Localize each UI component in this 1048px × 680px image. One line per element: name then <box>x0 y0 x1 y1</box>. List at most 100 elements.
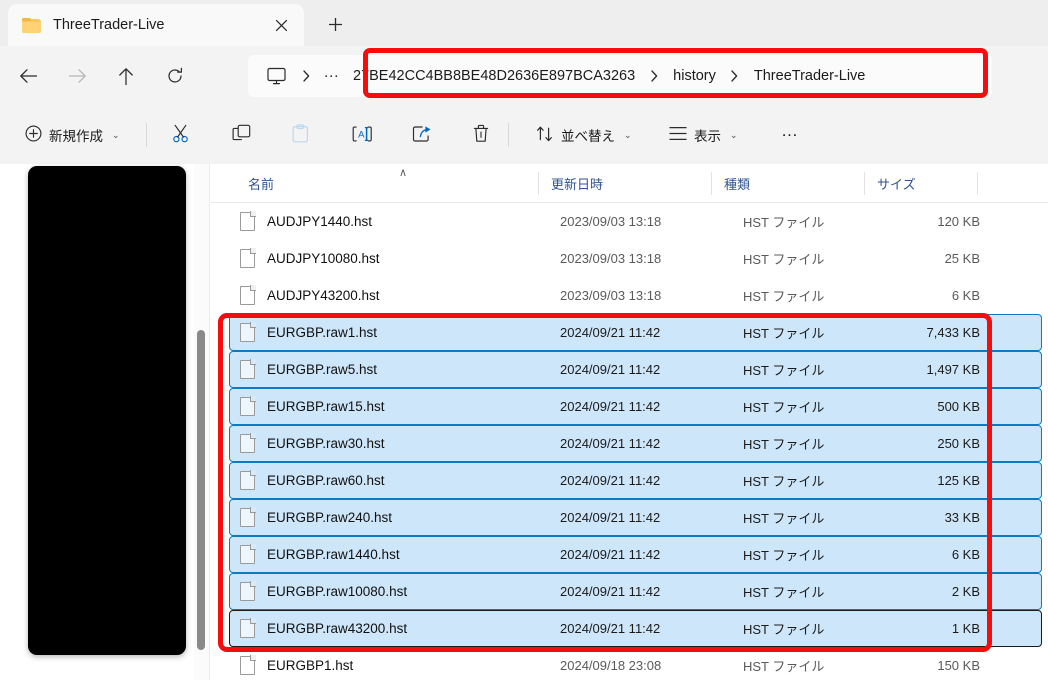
close-icon[interactable] <box>268 12 294 38</box>
file-date-cell: 2024/09/21 11:42 <box>560 473 661 488</box>
file-icon <box>240 544 256 564</box>
sort-button[interactable]: 並べ替え ⌄ <box>527 117 641 153</box>
file-list-pane[interactable]: ∧ 名前 更新日時 種類 サイズ AUDJPY1440.hst 2023/09/0… <box>211 164 1048 680</box>
back-button[interactable] <box>11 59 45 93</box>
file-icon <box>240 581 256 601</box>
breadcrumb-separator <box>723 70 747 82</box>
column-header-size[interactable]: サイズ <box>877 164 916 203</box>
toolbar-divider <box>508 123 509 147</box>
up-button[interactable] <box>109 59 143 93</box>
copy-button[interactable] <box>223 117 260 153</box>
file-type-cell: HST ファイル <box>743 437 825 452</box>
chevron-down-icon: ⌄ <box>112 129 120 140</box>
breadcrumb-item-threetrader-live[interactable]: ThreeTrader-Live <box>747 64 872 88</box>
table-row[interactable]: AUDJPY1440.hst 2023/09/03 13:18 HST ファイル 12… <box>229 203 1042 240</box>
command-toolbar: 新規作成 ⌄ A 並べ替え ⌄ 表示 ⌄ … <box>0 106 1048 164</box>
table-row[interactable]: EURGBP.raw43200.hst 2024/09/21 11:42 HST フ… <box>229 610 1042 647</box>
delete-button[interactable] <box>463 117 499 153</box>
monitor-icon[interactable] <box>258 60 294 92</box>
column-header-date[interactable]: 更新日時 <box>551 164 603 203</box>
table-row[interactable]: EURGBP.raw5.hst 2024/09/21 11:42 HST ファイル 1… <box>229 351 1042 388</box>
file-name-cell: EURGBP.raw30.hst <box>267 436 385 451</box>
file-size-cell: 6 KB <box>951 288 980 303</box>
file-date-cell: 2024/09/18 23:08 <box>560 658 662 673</box>
file-size-cell: 7,433 KB <box>926 325 981 340</box>
file-type-cell: HST ファイル <box>743 511 825 526</box>
column-header-row: ∧ 名前 更新日時 種類 サイズ <box>211 164 1048 203</box>
vertical-scrollbar-thumb[interactable] <box>197 330 205 650</box>
tab-threetrader-live[interactable]: ThreeTrader-Live <box>8 4 304 46</box>
column-divider[interactable] <box>711 172 712 195</box>
refresh-button[interactable] <box>158 59 192 93</box>
file-date-cell: 2024/09/21 11:42 <box>560 510 661 525</box>
table-row[interactable]: EURGBP.raw15.hst 2024/09/21 11:42 HST ファイル… <box>229 388 1042 425</box>
breadcrumb-overflow-button[interactable]: … <box>318 61 346 91</box>
table-row[interactable]: EURGBP.raw1440.hst 2024/09/21 11:42 HST ファ… <box>229 536 1042 573</box>
file-icon <box>240 618 256 638</box>
table-row[interactable]: AUDJPY43200.hst 2023/09/03 13:18 HST ファイル 6… <box>229 277 1042 314</box>
folder-icon <box>22 17 41 33</box>
file-name-cell: EURGBP.raw5.hst <box>267 362 378 377</box>
paste-button <box>283 117 318 153</box>
file-type-cell: HST ファイル <box>743 622 825 637</box>
file-size-cell: 1,497 KB <box>926 362 981 377</box>
column-header-type[interactable]: 種類 <box>724 164 750 203</box>
breadcrumb-item-guid[interactable]: 27BE42CC4BB8BE48D2636E897BCA3263 <box>346 64 642 88</box>
file-icon <box>240 285 256 305</box>
file-size-cell: 25 KB <box>944 251 980 266</box>
file-size-cell: 2 KB <box>951 584 980 599</box>
file-date-cell: 2023/09/03 13:18 <box>560 214 662 229</box>
column-divider[interactable] <box>864 172 865 195</box>
rename-button[interactable]: A <box>343 117 382 153</box>
list-lines-icon <box>669 126 687 144</box>
file-icon <box>240 655 256 675</box>
file-name-cell: EURGBP.raw15.hst <box>267 399 385 414</box>
file-name-cell: AUDJPY1440.hst <box>267 214 373 229</box>
tab-title: ThreeTrader-Live <box>53 17 165 33</box>
file-size-cell: 125 KB <box>937 473 980 488</box>
table-row[interactable]: EURGBP.raw1.hst 2024/09/21 11:42 HST ファイル 7… <box>229 314 1042 351</box>
file-size-cell: 6 KB <box>951 547 980 562</box>
table-row[interactable]: EURGBP.raw10080.hst 2024/09/21 11:42 HST フ… <box>229 573 1042 610</box>
file-type-cell: HST ファイル <box>743 474 825 489</box>
cut-button[interactable] <box>163 117 200 153</box>
file-name-cell: AUDJPY10080.hst <box>267 251 380 266</box>
file-icon <box>240 507 256 527</box>
sort-label: 並べ替え <box>561 129 615 144</box>
file-size-cell: 250 KB <box>937 436 980 451</box>
file-date-cell: 2024/09/21 11:42 <box>560 584 661 599</box>
file-name-cell: EURGBP.raw43200.hst <box>267 621 408 636</box>
more-options-button[interactable]: … <box>772 117 809 153</box>
table-row[interactable]: EURGBP.raw60.hst 2024/09/21 11:42 HST ファイル… <box>229 462 1042 499</box>
breadcrumb-item-history[interactable]: history <box>666 64 723 88</box>
file-type-cell: HST ファイル <box>743 363 825 378</box>
column-header-name[interactable]: 名前 <box>248 164 274 203</box>
share-button[interactable] <box>403 117 441 153</box>
new-item-button[interactable]: 新規作成 ⌄ <box>16 117 129 153</box>
copy-icon <box>232 124 251 146</box>
view-label: 表示 <box>694 129 721 144</box>
address-bar[interactable]: … 27BE42CC4BB8BE48D2636E897BCA3263 histo… <box>248 55 992 97</box>
file-name-cell: AUDJPY43200.hst <box>267 288 380 303</box>
column-divider[interactable] <box>538 172 539 195</box>
column-divider[interactable] <box>977 172 978 195</box>
new-tab-button[interactable] <box>320 9 350 39</box>
paste-icon <box>292 124 309 146</box>
file-icon <box>240 470 256 490</box>
table-row[interactable]: EURGBP1.hst 2024/09/18 23:08 HST ファイル 150 K… <box>229 647 1042 680</box>
svg-text:A: A <box>358 129 365 140</box>
file-icon <box>240 248 256 268</box>
table-row[interactable]: EURGBP.raw240.hst 2024/09/21 11:42 HST ファイ… <box>229 499 1042 536</box>
scissors-icon <box>172 124 191 146</box>
file-type-cell: HST ファイル <box>743 289 825 304</box>
table-row[interactable]: EURGBP.raw30.hst 2024/09/21 11:42 HST ファイル… <box>229 425 1042 462</box>
chevron-down-icon: ⌄ <box>730 129 738 140</box>
rename-icon: A <box>352 125 373 146</box>
view-button[interactable]: 表示 ⌄ <box>660 117 747 153</box>
breadcrumb-separator <box>642 70 666 82</box>
file-date-cell: 2024/09/21 11:42 <box>560 436 661 451</box>
file-type-cell: HST ファイル <box>743 215 825 230</box>
toolbar-divider <box>146 123 147 147</box>
table-row[interactable]: AUDJPY10080.hst 2023/09/03 13:18 HST ファイル 2… <box>229 240 1042 277</box>
file-size-cell: 150 KB <box>937 658 980 673</box>
